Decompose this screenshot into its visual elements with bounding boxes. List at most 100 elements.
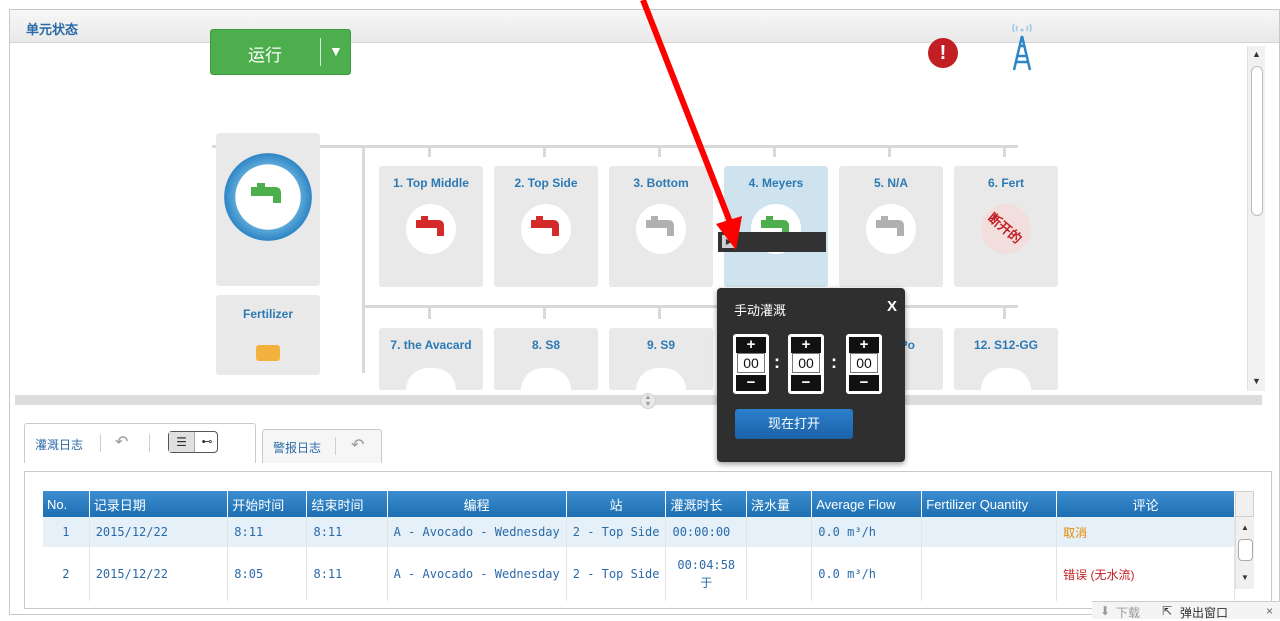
increment-button[interactable]: +	[849, 337, 879, 353]
close-button[interactable]: X	[887, 298, 897, 315]
master-valve: M	[224, 153, 312, 241]
alert-icon[interactable]: !	[928, 38, 958, 68]
minutes-value[interactable]: 00	[792, 353, 820, 373]
fertilizer-tile[interactable]: Fertilizer	[216, 295, 320, 375]
station-tile[interactable]: 1. Top Middle	[379, 166, 483, 287]
station-name: 3. Bottom	[633, 176, 689, 190]
decrement-button[interactable]: −	[791, 375, 821, 391]
cell-fert	[921, 547, 1058, 601]
cell-end: 8:11	[306, 547, 388, 601]
tab-irrigation-log[interactable]: 灌溉日志 ↶ ☰ ⊷	[24, 423, 256, 463]
cell-station: 2 - Top Side	[566, 517, 667, 547]
table-header-scroll-cap	[1235, 491, 1254, 517]
cell-no: 1	[43, 517, 90, 547]
pipe-branch	[658, 145, 661, 157]
open-now-button[interactable]: 现在打开	[735, 409, 853, 439]
duration-suffix: 于	[700, 576, 713, 590]
column-header[interactable]: 结束时间	[306, 491, 388, 517]
station-name: 5. N/A	[873, 176, 908, 190]
column-header[interactable]: Average Flow	[811, 491, 923, 517]
time-separator: :	[774, 352, 780, 372]
column-header[interactable]: 灌溉时长	[665, 491, 748, 517]
chevron-down-icon[interactable]: ▼	[329, 43, 343, 59]
minutes-stepper[interactable]: + 00 −	[788, 334, 824, 394]
popup-title: 手动灌溉	[734, 303, 787, 318]
tree-view-icon[interactable]: ⊷	[196, 432, 218, 452]
cell-flow: 0.0 m³/h	[811, 517, 923, 547]
scroll-thumb[interactable]	[1238, 539, 1253, 561]
column-header[interactable]: 记录日期	[89, 491, 229, 517]
undo-icon[interactable]: ↶	[115, 432, 128, 452]
table-row[interactable]: 2 2015/12/22 8:05 8:11 A - Avocado - Wed…	[43, 547, 1235, 601]
master-valve-tile[interactable]: M	[216, 133, 320, 286]
pipe-top	[212, 145, 1018, 148]
seconds-value[interactable]: 00	[850, 353, 878, 373]
pipe-branch	[1003, 145, 1006, 157]
station-tile[interactable]: 8. S8	[494, 328, 598, 390]
decrement-button[interactable]: −	[849, 375, 879, 391]
pane-splitter[interactable]	[15, 395, 1262, 405]
column-header[interactable]: 编程	[387, 491, 567, 517]
manual-run-bar[interactable]: ▶	[718, 232, 826, 252]
cell-end: 8:11	[306, 517, 388, 547]
scroll-down-icon[interactable]: ▼	[1241, 573, 1249, 582]
hours-value[interactable]: 00	[737, 353, 765, 373]
station-tile[interactable]: 2. Top Side	[494, 166, 598, 287]
station-tile-selected[interactable]: 4. Meyers	[724, 166, 828, 287]
popout-label[interactable]: 弹出窗口	[1180, 604, 1228, 621]
cell-comment: 取消	[1056, 517, 1235, 547]
column-header[interactable]: 评论	[1056, 491, 1235, 517]
scroll-down-icon[interactable]: ▼	[1252, 376, 1261, 386]
column-header[interactable]: 浇水量	[746, 491, 813, 517]
undo-icon[interactable]: ↶	[351, 435, 364, 455]
close-icon[interactable]: ×	[1266, 604, 1273, 618]
valve: 断开的	[981, 204, 1031, 254]
station-name: 4. Meyers	[748, 176, 804, 190]
splitter-grip-icon[interactable]: ▲ ▼	[640, 393, 656, 409]
column-header[interactable]: 站	[566, 491, 667, 517]
station-tile[interactable]: 5. N/A	[839, 166, 943, 287]
decrement-button[interactable]: −	[736, 375, 766, 391]
increment-button[interactable]: +	[736, 337, 766, 353]
pipe-branch	[543, 305, 546, 319]
list-view-icon[interactable]: ☰	[169, 432, 195, 452]
station-tile[interactable]: 7. the Avacard	[379, 328, 483, 390]
tab-alarm-log[interactable]: 警报日志 ↶	[262, 429, 382, 463]
seconds-stepper[interactable]: + 00 −	[846, 334, 882, 394]
scroll-up-icon[interactable]: ▲	[1241, 523, 1249, 532]
download-icon[interactable]: ⬇	[1100, 604, 1110, 618]
disconnected-label: 断开的	[985, 209, 1025, 247]
table-header-row: No. 记录日期 开始时间 结束时间 编程 站 灌溉时长 浇水量 Average…	[43, 491, 1235, 517]
cell-water	[746, 517, 813, 547]
station-tile[interactable]: 3. Bottom	[609, 166, 713, 287]
play-icon[interactable]: ▶	[722, 235, 736, 248]
column-header[interactable]: 开始时间	[227, 491, 308, 517]
download-label[interactable]: 下载	[1116, 604, 1140, 621]
pipe-branch	[428, 145, 431, 157]
table-scrollbar[interactable]: ▲ ▼	[1235, 517, 1254, 589]
station-name: 1. Top Middle	[393, 176, 469, 190]
cell-water	[746, 547, 813, 601]
increment-button[interactable]: +	[791, 337, 821, 353]
valve	[981, 368, 1031, 390]
schematic-scrollbar[interactable]: ▲ ▼	[1247, 46, 1265, 391]
scroll-up-icon[interactable]: ▲	[1252, 49, 1261, 59]
station-name: 7. the Avacard	[390, 338, 472, 352]
column-header[interactable]: No.	[43, 491, 90, 517]
hours-stepper[interactable]: + 00 −	[733, 334, 769, 394]
table-row[interactable]: 1 2015/12/22 8:11 8:11 A - Avocado - Wed…	[43, 517, 1235, 547]
scroll-thumb[interactable]	[1251, 66, 1263, 216]
fertilizer-label: Fertilizer	[242, 307, 293, 321]
cell-duration: 00:00:00	[665, 517, 748, 547]
station-tile[interactable]: 9. S9	[609, 328, 713, 390]
column-header[interactable]: Fertilizer Quantity	[921, 491, 1058, 517]
cell-fert	[921, 517, 1058, 547]
run-button[interactable]: 运行 ▼	[210, 29, 351, 75]
station-tile[interactable]: 12. S12-GG	[954, 328, 1058, 390]
pipe-branch	[773, 145, 776, 157]
tab-label: 警报日志	[273, 441, 322, 455]
popout-icon[interactable]: ⇱	[1162, 604, 1172, 618]
station-tile[interactable]: 6. Fert 断开的	[954, 166, 1058, 287]
view-toggle[interactable]: ☰ ⊷	[168, 431, 218, 453]
fertilizer-tank-icon	[256, 345, 280, 361]
